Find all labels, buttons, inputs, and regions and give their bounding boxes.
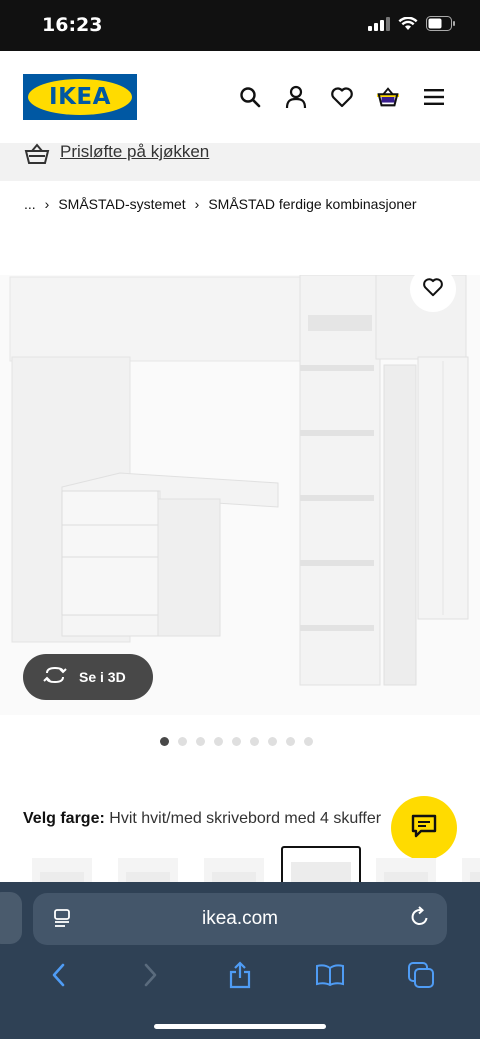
product-image[interactable] <box>0 274 480 715</box>
previous-tab-preview[interactable] <box>0 892 22 944</box>
forward-icon[interactable] <box>135 960 165 990</box>
reload-icon[interactable] <box>409 906 431 933</box>
carousel-dots <box>160 737 313 746</box>
rotate-icon <box>43 666 67 689</box>
menu-icon[interactable] <box>422 85 446 109</box>
status-icons <box>368 16 456 36</box>
carousel-dot[interactable] <box>268 737 277 746</box>
breadcrumb: ... › SMÅSTAD-systemet › SMÅSTAD ferdige… <box>24 196 417 212</box>
status-time: 16:23 <box>42 14 103 36</box>
url-text: ikea.com <box>201 908 279 929</box>
back-icon[interactable] <box>44 960 74 990</box>
promo-banner[interactable]: Prisløfte på kjøkken <box>0 142 480 181</box>
chat-icon <box>411 814 437 843</box>
loft-bed-illustration <box>0 274 480 715</box>
home-indicator <box>154 1024 326 1029</box>
color-label: Velg farge: <box>23 810 105 827</box>
thumbnail-image <box>291 862 351 882</box>
chevron-right-icon: › <box>194 196 200 212</box>
logo-text: IKEA <box>49 84 111 110</box>
tabs-icon[interactable] <box>406 960 436 990</box>
heart-icon[interactable] <box>330 85 354 109</box>
carousel-dot[interactable] <box>160 737 169 746</box>
basket-icon[interactable] <box>376 85 400 109</box>
carousel-dot[interactable] <box>232 737 241 746</box>
share-icon[interactable] <box>225 960 255 990</box>
promo-link[interactable]: Prisløfte på kjøkken <box>60 142 209 162</box>
site-header: IKEA <box>0 51 480 143</box>
heart-icon <box>422 277 444 302</box>
status-bar: 16:23 <box>0 0 480 51</box>
search-icon[interactable] <box>238 85 262 109</box>
address-bar[interactable]: ikea.com <box>33 893 447 945</box>
color-thumbnail-selected[interactable] <box>281 846 361 886</box>
carousel-dot[interactable] <box>178 737 187 746</box>
chevron-right-icon: › <box>44 196 50 212</box>
color-thumbnails <box>0 846 480 886</box>
favourite-button[interactable] <box>410 266 456 312</box>
header-icons <box>238 85 446 109</box>
bookmarks-icon[interactable] <box>315 960 345 990</box>
basket-outline-icon <box>24 143 50 170</box>
breadcrumb-ellipsis[interactable]: ... <box>24 196 36 212</box>
carousel-dot[interactable] <box>286 737 295 746</box>
battery-icon <box>426 16 456 36</box>
account-icon[interactable] <box>284 85 308 109</box>
carousel-dot[interactable] <box>304 737 313 746</box>
browser-bar: ikea.com <box>0 882 480 1039</box>
carousel-dot[interactable] <box>214 737 223 746</box>
view-3d-button[interactable]: Se i 3D <box>23 654 153 700</box>
browser-toolbar <box>0 960 480 990</box>
carousel-dot[interactable] <box>250 737 259 746</box>
carousel-dot[interactable] <box>196 737 205 746</box>
color-value: Hvit hvit/med skrivebord med 4 skuffer <box>109 810 382 827</box>
logo-oval: IKEA <box>28 79 132 115</box>
wifi-icon <box>398 16 418 36</box>
breadcrumb-combinations[interactable]: SMÅSTAD ferdige kombinasjoner <box>208 196 416 212</box>
view-3d-label: Se i 3D <box>79 669 126 685</box>
signal-icon <box>368 16 390 36</box>
ikea-logo[interactable]: IKEA <box>23 74 137 120</box>
breadcrumb-system[interactable]: SMÅSTAD-systemet <box>58 196 185 212</box>
